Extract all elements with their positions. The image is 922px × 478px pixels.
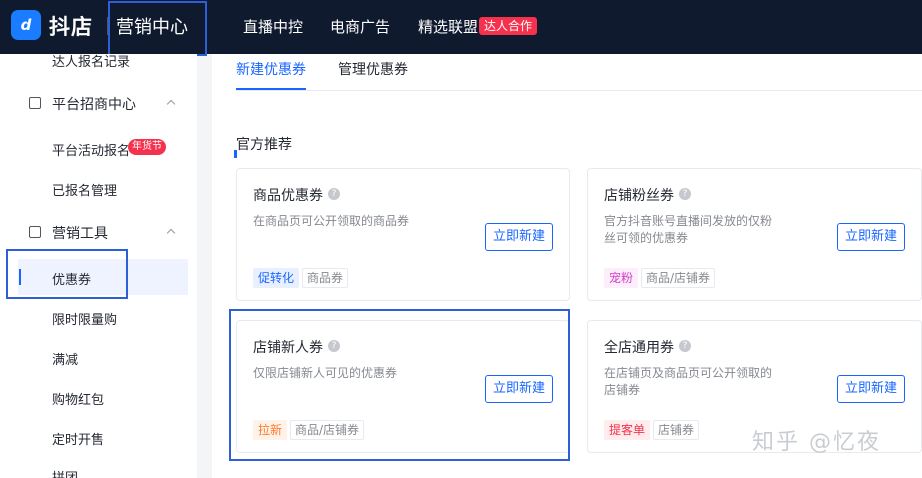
card-description: 在店铺页及商品页可公开领取的店铺券 (604, 366, 773, 397)
tab-manage-coupon[interactable]: 管理优惠券 (338, 59, 408, 79)
help-icon[interactable]: ? (679, 340, 691, 352)
nav-badge-influencer: 达人合作 (479, 17, 538, 35)
section-title: 官方推荐 (236, 137, 292, 153)
tag-type: 店铺券 (653, 420, 700, 440)
newcomer-card-highlight-box (229, 309, 570, 461)
tab-active-underline (236, 88, 306, 90)
card-tags: 宠粉 商品/店铺券 (604, 267, 718, 288)
coupon-highlight-box (6, 249, 128, 299)
card-title: 店铺粉丝券 (604, 188, 674, 204)
sidebar-item-red-packet[interactable]: 购物红包 (52, 389, 104, 408)
tab-new-coupon[interactable]: 新建优惠券 (236, 59, 306, 79)
sidebar-item-signed-up[interactable]: 已报名管理 (52, 180, 117, 199)
merchant-center-icon (29, 97, 41, 109)
card-description: 在商品页可公开领取的商品券 (253, 214, 410, 228)
sidebar-group-merchant-center[interactable]: 平台招商中心 (52, 94, 136, 114)
card-tags: 提客单 店铺券 (604, 419, 702, 440)
card-description: 官方抖音账号直播间发放的仅粉丝可领的优惠券 (604, 214, 773, 245)
doudian-logo-icon[interactable]: d (11, 10, 41, 40)
help-icon[interactable]: ? (679, 188, 691, 200)
nav-alliance[interactable]: 精选联盟 (418, 16, 478, 37)
tag-order-value: 提客单 (604, 420, 651, 440)
help-icon[interactable]: ? (328, 188, 340, 200)
sidebar-item-group-buy[interactable]: 拼团 (52, 467, 78, 478)
marketing-tools-icon (29, 226, 41, 238)
brand-name[interactable]: 抖店 (49, 11, 93, 41)
sidebar-item-full-reduction[interactable]: 满减 (52, 349, 78, 368)
nav-ecommerce-ads[interactable]: 电商广告 (330, 16, 390, 37)
sidebar-item-activity-signup[interactable]: 平台活动报名 (52, 140, 130, 159)
coupon-card-fan: 店铺粉丝券 ? 官方抖音账号直播间发放的仅粉丝可领的优惠券 立即新建 宠粉 商品/… (587, 168, 922, 301)
create-now-button[interactable]: 立即新建 (837, 375, 905, 403)
sidebar-item-limited-time[interactable]: 限时限量购 (52, 309, 117, 328)
tab-divider (236, 90, 922, 91)
sidebar-item-scheduled-sale[interactable]: 定时开售 (52, 429, 104, 448)
chevron-up-icon[interactable] (166, 99, 176, 109)
card-title: 商品优惠券 (253, 188, 323, 204)
coupon-card-product: 商品优惠券 ? 在商品页可公开领取的商品券 立即新建 促转化 商品券 (236, 168, 570, 301)
chevron-up-icon[interactable] (166, 228, 176, 238)
tag-conversion: 促转化 (253, 268, 300, 288)
sidebar-item-influencer-records[interactable]: 达人报名记录 (52, 54, 130, 70)
sidebar-group-marketing-tools[interactable]: 营销工具 (52, 223, 108, 243)
new-year-festival-badge: 年货节 (128, 139, 166, 155)
card-title: 全店通用券 (604, 340, 674, 356)
create-now-button[interactable]: 立即新建 (485, 223, 553, 251)
tag-fan: 宠粉 (604, 268, 639, 288)
nav-live-control[interactable]: 直播中控 (243, 16, 303, 37)
portal-highlight-box (108, 1, 207, 56)
tag-type: 商品券 (302, 268, 349, 288)
section-marker (234, 150, 237, 158)
watermark: 知乎 @忆夜 (752, 430, 881, 455)
card-tags: 促转化 商品券 (253, 267, 351, 288)
create-now-button[interactable]: 立即新建 (837, 223, 905, 251)
tag-type: 商品/店铺券 (641, 268, 716, 288)
